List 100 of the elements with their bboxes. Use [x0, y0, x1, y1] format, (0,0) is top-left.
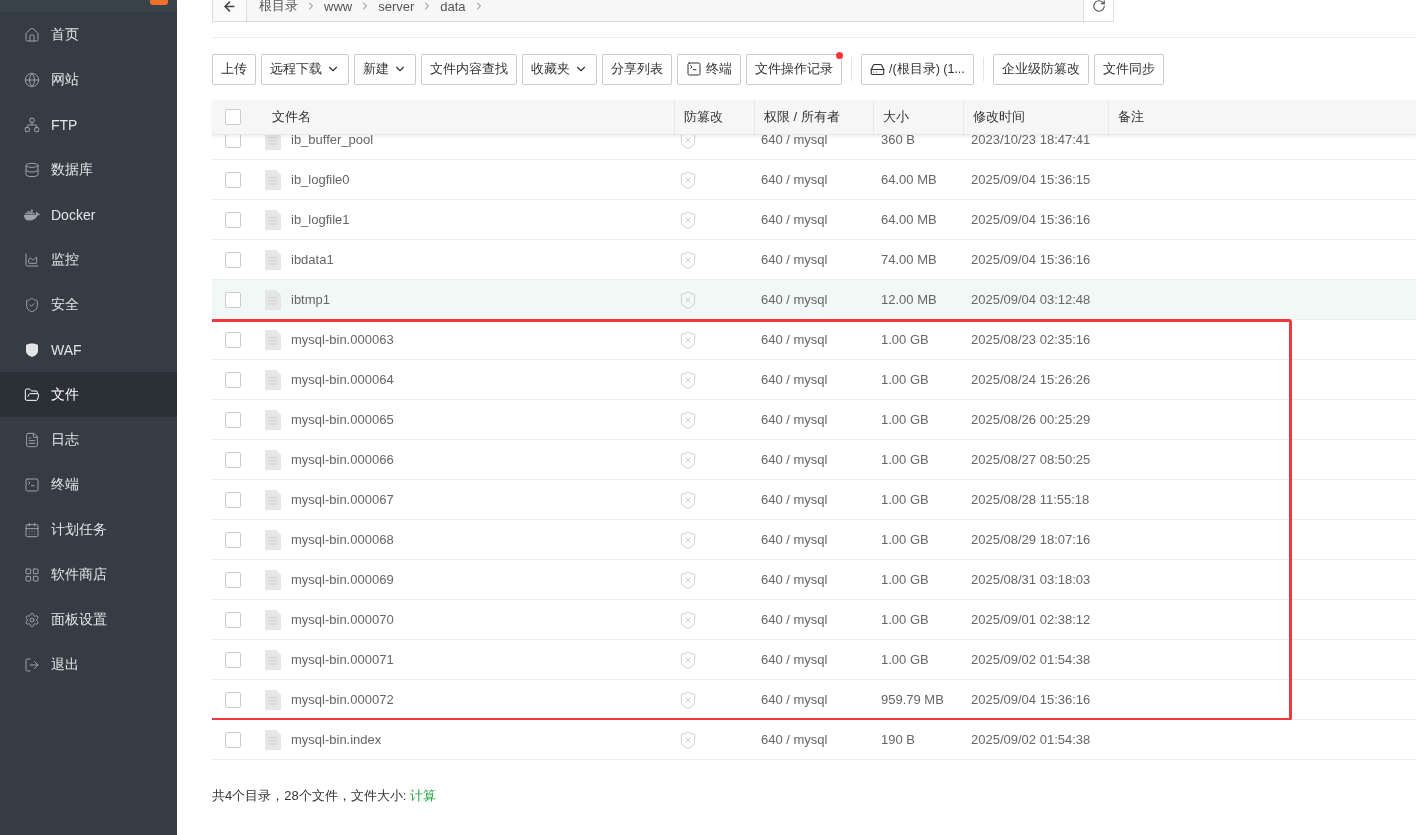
shield-x-icon[interactable] — [678, 329, 698, 350]
sidebar-item[interactable]: WAF — [0, 327, 177, 372]
breadcrumb-link[interactable]: data — [437, 0, 469, 14]
toolbar-button[interactable]: 远程下载 — [261, 53, 349, 85]
column-header[interactable]: 大小 — [873, 100, 963, 134]
sidebar-item[interactable]: 计划任务 — [0, 507, 177, 552]
shield-x-icon[interactable] — [678, 135, 698, 150]
toolbar-button[interactable]: 文件同步 — [1093, 53, 1164, 85]
file-row[interactable]: mysql-bin.index 640 / mysql 190 B 2025/09/02 01:54:38 — [212, 720, 1416, 760]
shield-x-icon[interactable] — [678, 729, 698, 750]
file-name[interactable]: ibdata1 — [291, 252, 334, 267]
row-checkbox[interactable] — [225, 411, 241, 428]
breadcrumb-link[interactable]: 根目录 — [256, 0, 301, 15]
shield-x-icon[interactable] — [678, 689, 698, 710]
permission-cell[interactable]: 640 / mysql — [761, 172, 828, 187]
row-checkbox[interactable] — [225, 691, 241, 708]
permission-cell[interactable]: 640 / mysql — [761, 692, 828, 707]
file-name[interactable]: mysql-bin.index — [291, 732, 382, 747]
shield-x-icon[interactable] — [678, 409, 698, 430]
permission-cell[interactable]: 640 / mysql — [761, 135, 828, 147]
permission-cell[interactable]: 640 / mysql — [761, 452, 828, 467]
permission-cell[interactable]: 640 / mysql — [761, 372, 828, 387]
permission-cell[interactable]: 640 / mysql — [761, 292, 828, 307]
row-checkbox[interactable] — [225, 611, 241, 628]
breadcrumb-link[interactable]: server — [375, 0, 418, 14]
permission-cell[interactable]: 640 / mysql — [761, 412, 828, 427]
shield-x-icon[interactable] — [678, 489, 698, 510]
sidebar-item[interactable]: 日志 — [0, 417, 177, 462]
row-checkbox[interactable] — [225, 371, 241, 388]
file-row[interactable]: ib_buffer_pool 640 / mysql 360 B 2023/10/23 18:47:41 — [212, 135, 1416, 160]
file-row[interactable]: ibtmp1 640 / mysql 12.00 MB 2025/09/04 03:12:48 — [212, 280, 1416, 320]
row-checkbox[interactable] — [225, 135, 241, 148]
toolbar-button[interactable]: 企业级防篡改 — [992, 53, 1089, 85]
column-header[interactable]: 权限 / 所有者 — [754, 100, 873, 134]
row-checkbox[interactable] — [225, 651, 241, 668]
file-name[interactable]: ibtmp1 — [291, 292, 331, 307]
refresh-button[interactable] — [1083, 0, 1113, 21]
shield-x-icon[interactable] — [678, 289, 698, 310]
permission-cell[interactable]: 640 / mysql — [761, 612, 828, 627]
permission-cell[interactable]: 640 / mysql — [761, 572, 828, 587]
breadcrumb-link[interactable]: www — [321, 0, 356, 14]
permission-cell[interactable]: 640 / mysql — [761, 492, 828, 507]
permission-cell[interactable]: 640 / mysql — [761, 212, 828, 227]
toolbar-button[interactable]: 分享列表 — [602, 53, 672, 85]
row-checkbox[interactable] — [225, 491, 241, 508]
file-name[interactable]: mysql-bin.000066 — [291, 452, 394, 467]
toolbar-button[interactable]: 收藏夹 — [522, 53, 597, 85]
file-name[interactable]: mysql-bin.000072 — [291, 692, 394, 707]
row-checkbox[interactable] — [225, 211, 241, 228]
file-name[interactable]: ib_logfile1 — [291, 212, 350, 227]
file-name[interactable]: mysql-bin.000068 — [291, 532, 394, 547]
toolbar-button[interactable]: 新建 — [354, 53, 416, 85]
calculate-link[interactable]: 计算 — [410, 787, 437, 805]
row-checkbox[interactable] — [225, 251, 241, 268]
row-checkbox[interactable] — [225, 451, 241, 468]
shield-x-icon[interactable] — [678, 449, 698, 470]
file-name[interactable]: mysql-bin.000063 — [291, 332, 394, 347]
column-header[interactable]: 备注 — [1108, 100, 1416, 134]
toolbar-button[interactable]: 文件内容查找 — [421, 53, 517, 85]
toolbar-button[interactable]: 文件操作记录 — [746, 53, 842, 85]
sidebar-item[interactable]: 首页 — [0, 12, 177, 57]
sidebar-item[interactable]: 监控 — [0, 237, 177, 282]
row-checkbox[interactable] — [225, 731, 241, 748]
sidebar-item[interactable]: Docker — [0, 192, 177, 237]
shield-x-icon[interactable] — [678, 209, 698, 230]
sidebar-item[interactable]: 退出 — [0, 642, 177, 687]
row-checkbox[interactable] — [225, 171, 241, 188]
row-checkbox[interactable] — [225, 571, 241, 588]
toolbar-button[interactable]: /(根目录) (1... — [861, 53, 974, 85]
file-name[interactable]: ib_logfile0 — [291, 172, 350, 187]
column-header[interactable]: 文件名 — [263, 100, 674, 134]
sidebar-item[interactable]: FTP — [0, 102, 177, 147]
permission-cell[interactable]: 640 / mysql — [761, 652, 828, 667]
shield-x-icon[interactable] — [678, 369, 698, 390]
column-header[interactable]: 修改时间 — [963, 100, 1108, 134]
file-name[interactable]: mysql-bin.000065 — [291, 412, 394, 427]
select-all-checkbox[interactable] — [225, 109, 241, 125]
sidebar-item[interactable]: 终端 — [0, 462, 177, 507]
shield-x-icon[interactable] — [678, 169, 698, 190]
permission-cell[interactable]: 640 / mysql — [761, 332, 828, 347]
file-name[interactable]: ib_buffer_pool — [291, 135, 374, 147]
permission-cell[interactable]: 640 / mysql — [761, 252, 828, 267]
shield-x-icon[interactable] — [678, 609, 698, 630]
toolbar-button[interactable]: 上传 — [212, 53, 256, 85]
permission-cell[interactable]: 640 / mysql — [761, 732, 828, 747]
file-name[interactable]: mysql-bin.000067 — [291, 492, 394, 507]
file-name[interactable]: mysql-bin.000071 — [291, 652, 394, 667]
row-checkbox[interactable] — [225, 331, 241, 348]
column-header[interactable]: 防篡改 — [674, 100, 754, 134]
sidebar-item[interactable]: 数据库 — [0, 147, 177, 192]
permission-cell[interactable]: 640 / mysql — [761, 532, 828, 547]
shield-x-icon[interactable] — [678, 569, 698, 590]
file-name[interactable]: mysql-bin.000064 — [291, 372, 394, 387]
sidebar-item[interactable]: 网站 — [0, 57, 177, 102]
shield-x-icon[interactable] — [678, 529, 698, 550]
row-checkbox[interactable] — [225, 291, 241, 308]
sidebar-item[interactable]: 面板设置 — [0, 597, 177, 642]
row-checkbox[interactable] — [225, 531, 241, 548]
shield-x-icon[interactable] — [678, 249, 698, 270]
file-name[interactable]: mysql-bin.000069 — [291, 572, 394, 587]
